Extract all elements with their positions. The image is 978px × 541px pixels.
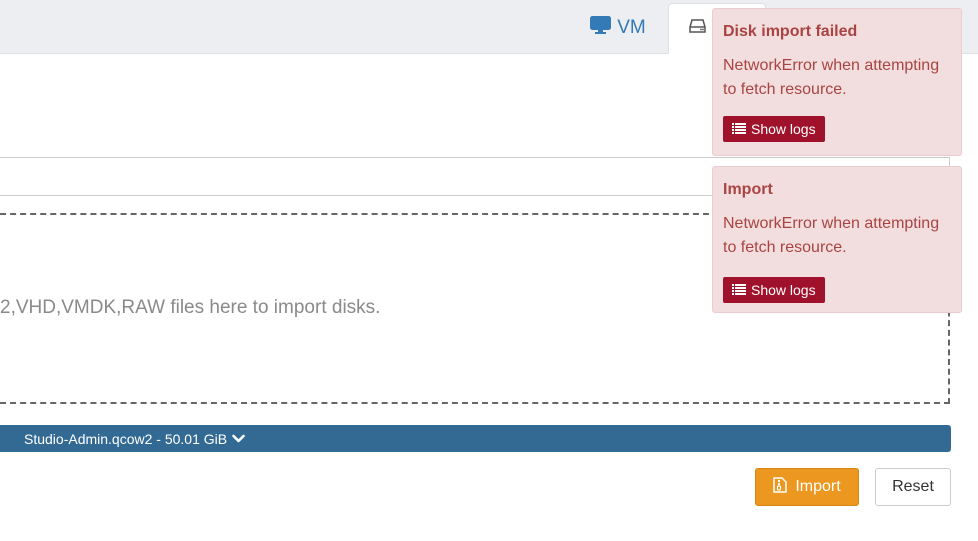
show-logs-label: Show logs [751, 121, 816, 137]
show-logs-button[interactable]: Show logs [723, 116, 825, 142]
tab-vm-label: VM [617, 17, 646, 38]
dropzone-instructions: 2,VHD,VMDK,RAW files here to import disk… [0, 297, 381, 318]
notification-title: Disk import failed [723, 23, 858, 40]
notification-message: NetworkError when attempting to fetch re… [723, 57, 940, 98]
notification-message: NetworkError when attempting to fetch re… [723, 215, 940, 256]
desktop-icon [590, 16, 612, 40]
show-logs-button[interactable]: Show logs [723, 277, 825, 303]
reset-button[interactable]: Reset [875, 468, 951, 506]
notification-title: Import [723, 181, 773, 198]
chevron-down-icon[interactable] [232, 431, 245, 447]
error-notification: Disk import failed NetworkError when att… [712, 8, 962, 156]
file-archive-icon [773, 476, 788, 498]
selected-file-label: Studio-Admin.qcow2 - 50.01 GiB [24, 430, 228, 447]
reset-button-label: Reset [892, 478, 934, 495]
tab-vm[interactable]: VM [568, 3, 668, 53]
selected-file-bar[interactable]: Studio-Admin.qcow2 - 50.01 GiB [0, 425, 951, 452]
error-notification: Import NetworkError when attempting to f… [712, 166, 962, 313]
import-button-label: Import [795, 478, 841, 495]
hdd-icon [689, 19, 706, 38]
list-icon [732, 282, 746, 298]
import-button[interactable]: Import [755, 468, 859, 506]
show-logs-label: Show logs [751, 282, 816, 298]
list-icon [732, 121, 746, 137]
